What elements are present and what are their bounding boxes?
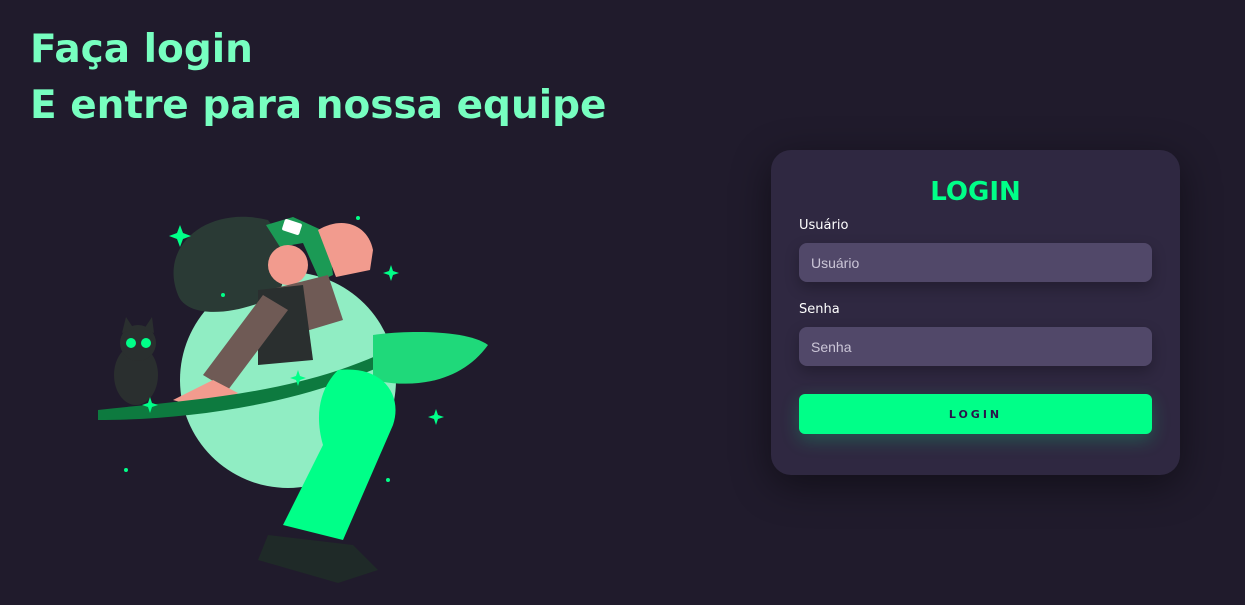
username-label: Usuário bbox=[799, 218, 849, 233]
login-button[interactable]: LOGIN bbox=[799, 394, 1152, 434]
page-headline: Faça login E entre para nossa equipe bbox=[30, 22, 606, 134]
password-label: Senha bbox=[799, 302, 840, 317]
headline-line-1: Faça login bbox=[30, 27, 253, 72]
password-input[interactable] bbox=[799, 327, 1152, 366]
witch-illustration bbox=[98, 216, 488, 583]
login-title: LOGIN bbox=[930, 177, 1021, 207]
login-card: LOGIN Usuário Senha LOGIN bbox=[771, 150, 1180, 475]
login-page: Faça login E entre para nossa equipe LOG… bbox=[0, 0, 1245, 605]
username-input[interactable] bbox=[799, 243, 1152, 282]
headline-line-2: E entre para nossa equipe bbox=[30, 83, 607, 128]
